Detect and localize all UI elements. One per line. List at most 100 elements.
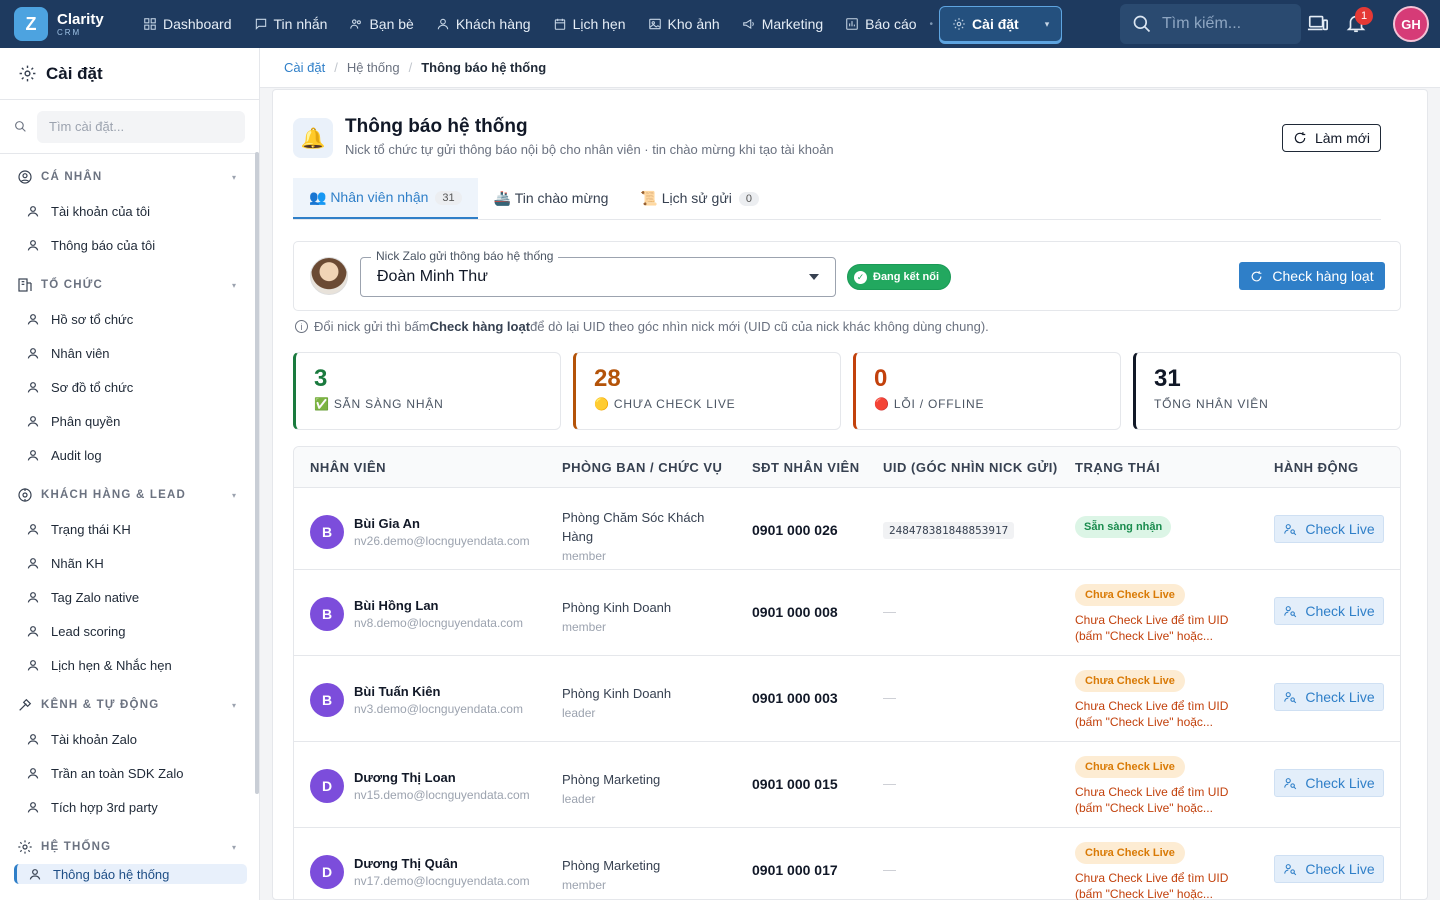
nav-4[interactable]: Lịch hẹn [542,0,637,48]
megaphone-icon [742,18,754,30]
check-live-button[interactable]: Check Live [1274,855,1384,883]
nav-3[interactable]: Khách hàng [425,0,542,48]
user-avatar[interactable]: GH [1393,6,1429,42]
menu-item-icon [27,592,39,603]
global-search-input[interactable]: Tìm kiếm... [1120,4,1301,44]
employee-role: member [562,620,607,634]
sidebar-item-label: Hồ sơ tổ chức [51,311,134,327]
user-search-icon [1284,692,1297,704]
check-live-label: Check Live [1305,775,1375,791]
stat-card-0: 3 ✅ SẴN SÀNG NHẬN [293,352,561,430]
employee-email: nv3.demo@locnguyendata.com [354,702,523,716]
sidebar-item-1-1[interactable]: Nhân viên [0,336,259,370]
sidebar-item-2-0[interactable]: Trạng thái KH [0,512,259,546]
person-circle-icon [18,170,32,184]
stat-card-2: 0 🔴 LỖI / OFFLINE [853,352,1121,430]
image-icon [648,18,661,30]
stats-row: 3 ✅ SẴN SÀNG NHẬN 28 🟡 CHƯA CHECK LIVE 0 🔴 LỖ… [293,352,1401,430]
status-badge: Chưa Check Live [1075,584,1185,606]
sender-select-value: Đoàn Minh Thư [377,268,488,285]
nav-6[interactable]: Marketing [731,0,834,48]
sidebar-item-2-3[interactable]: Lead scoring [0,614,259,648]
sidebar-item-1-3[interactable]: Phân quyền [0,404,259,438]
status-badge: Sẵn sàng nhận [1075,516,1172,538]
tab-label: 👥 Nhân viên nhận [309,189,429,205]
sidebar-section-4[interactable]: HỆ THỐNG ▾ [0,830,259,864]
app-logo[interactable]: Z Clarity CRM [14,7,120,41]
sidebar-item-label: Thông báo của tôi [51,237,156,253]
refresh-button[interactable]: Làm mới [1282,124,1381,152]
sidebar-item-1-2[interactable]: Sơ đồ tổ chức [0,370,259,404]
tab-2[interactable]: 📜 Lịch sử gửi 0 [624,178,775,219]
department-name: Phòng Kinh Doanh [562,686,672,701]
sidebar-item-3-0[interactable]: Tài khoản Zalo [0,722,259,756]
table-row: B Bùi Tuấn Kiên nv3.demo@locnguyendata.c… [294,656,1400,742]
hint-post: để dò lại UID theo góc nhìn nick mới (UI… [530,319,989,334]
nav-label: Cài đặt [972,16,1019,32]
sidebar-item-1-4[interactable]: Audit log [0,438,259,472]
department-name: Phòng Chăm Sóc Khách Hàng [562,510,705,544]
nav-settings[interactable]: Cài đặt ▾ [939,6,1063,42]
employee-phone: 0901 000 003 [752,690,838,706]
sidebar-item-0-0[interactable]: Tài khoản của tôi [0,194,259,228]
employee-name: Bùi Hồng Lan [354,598,439,613]
sidebar-section-0[interactable]: CÁ NHÂN ▾ [0,160,259,194]
sidebar-item-2-2[interactable]: Tag Zalo native [0,580,259,614]
tab-label: 📜 Lịch sử gửi [640,190,732,206]
check-circle-icon: ✓ [854,270,867,284]
sidebar-section-2[interactable]: KHÁCH HÀNG & LEAD ▾ [0,478,259,512]
nav-1[interactable]: Tin nhắn [243,0,339,48]
sidebar-item-0-1[interactable]: Thông báo của tôi [0,228,259,262]
nav-7[interactable]: Báo cáo [834,0,927,48]
check-live-button[interactable]: Check Live [1274,683,1384,711]
sidebar-item-label: Tích hợp 3rd party [51,799,158,815]
tab-0[interactable]: 👥 Nhân viên nhận 31 [293,178,478,219]
nav-2[interactable]: Bạn bè [338,0,424,48]
menu-item-icon [27,240,39,251]
breadcrumb-root[interactable]: Cài đặt [284,60,325,75]
nav-5[interactable]: Kho ảnh [637,0,731,48]
stat-value: 31 [1154,365,1181,392]
column-header: PHÒNG BAN / CHỨC VỤ [562,459,723,475]
sidebar-search-input[interactable]: Tìm cài đặt... [37,110,245,143]
sidebar-section-1[interactable]: TỔ CHỨC ▾ [0,268,259,302]
friends-icon [350,19,362,29]
sidebar-item-2-4[interactable]: Lịch hẹn & Nhắc hẹn [0,648,259,682]
breadcrumb-mid[interactable]: Hệ thống [347,60,400,75]
sidebar-item-4-0[interactable]: Thông báo hệ thống [14,864,247,884]
column-header: TRẠNG THÁI [1075,459,1161,475]
sidebar-item-3-1[interactable]: Trần an toàn SDK Zalo [0,756,259,790]
menu-item-icon [27,450,39,461]
uid-empty: — [883,862,896,877]
nav-0[interactable]: Dashboard [132,0,243,48]
column-header: HÀNH ĐỘNG [1274,459,1359,475]
sidebar-scrollbar[interactable] [255,152,259,794]
sidebar-item-label: Thông báo hệ thống [53,866,170,882]
uid-value: 248478381848853917 [883,522,1015,539]
employee-role: member [562,878,607,892]
chat-icon [255,18,266,30]
sidebar-item-3-2[interactable]: Tích hợp 3rd party [0,790,259,824]
breadcrumb: Cài đặt / Hệ thống / Thông báo hệ thống [260,48,1440,88]
device-icon[interactable] [1307,12,1331,36]
calendar-icon [554,18,565,30]
status-note: Chưa Check Live để tìm UID (bấm "Check L… [1075,871,1229,900]
stat-card-1: 28 🟡 CHƯA CHECK LIVE [573,352,841,430]
chevron-down-icon: ▾ [232,842,238,852]
building-icon [18,278,32,292]
check-live-button[interactable]: Check Live [1274,769,1384,797]
employee-department: Phòng Marketing member [562,856,722,895]
bulk-check-button[interactable]: Check hàng loạt [1239,262,1385,290]
table-header: NHÂN VIÊN PHÒNG BAN / CHỨC VỤ SĐT NHÂN VIÊ… [294,447,1400,488]
menu-item-icon [27,348,39,359]
employee-role: member [562,549,607,563]
menu-item-icon [27,416,39,427]
settings-sidebar: Cài đặt Tìm cài đặt... CÁ NHÂN ▾ Tài khoản… [0,48,260,900]
sidebar-section-3[interactable]: KÊNH & TỰ ĐỘNG ▾ [0,688,259,722]
sidebar-item-2-1[interactable]: Nhãn KH [0,546,259,580]
sidebar-item-1-0[interactable]: Hồ sơ tổ chức [0,302,259,336]
check-live-button[interactable]: Check Live [1274,515,1384,543]
tab-1[interactable]: 🚢 Tin chào mừng [478,178,625,219]
sender-select[interactable]: Nick Zalo gửi thông báo hệ thống Đoàn Mi… [360,249,836,297]
check-live-button[interactable]: Check Live [1274,597,1384,625]
